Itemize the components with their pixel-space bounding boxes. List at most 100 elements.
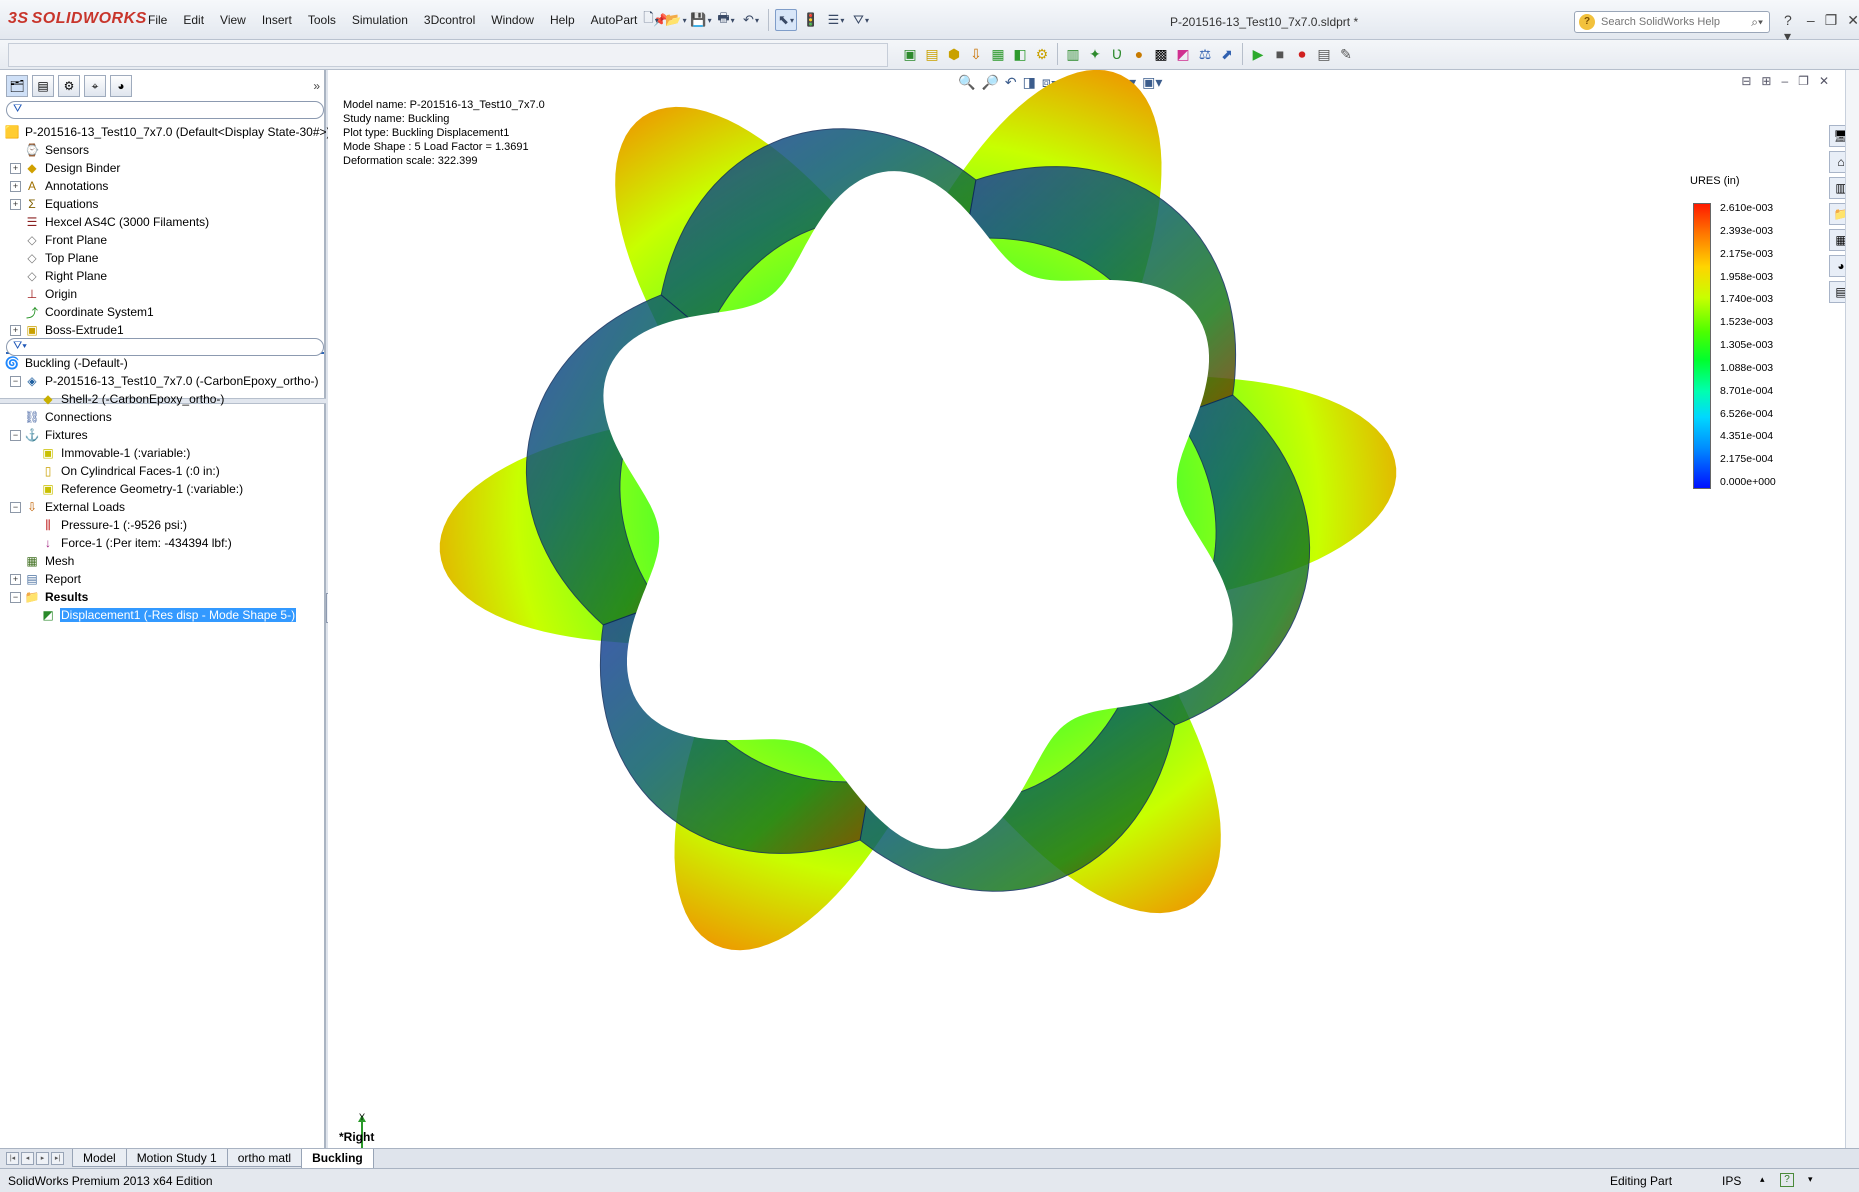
expand-icon[interactable]: + xyxy=(10,573,21,585)
options-icon[interactable]: ☰ ▾ xyxy=(825,9,847,31)
rebuild-icon[interactable]: 🚦 xyxy=(800,9,822,31)
menu-view[interactable]: View xyxy=(212,13,254,27)
collapse-icon[interactable]: − xyxy=(10,375,21,387)
graphics-area[interactable]: Model name: P-201516-13_Test10_7x7.0 Stud… xyxy=(328,70,1859,1148)
expand-panel-icon[interactable]: » xyxy=(313,79,320,93)
feature-manager-tab-icon[interactable]: 🗂 xyxy=(6,75,28,97)
open-icon[interactable]: 📂 ▾ xyxy=(665,9,687,31)
menu-insert[interactable]: Insert xyxy=(254,13,300,27)
study_tree-item[interactable]: − ◈ P-201516-13_Test10_7x7.0 (-CarbonEpoxy… xyxy=(4,372,322,390)
color-map-icon[interactable]: ◩ xyxy=(1173,44,1193,64)
expand-icon[interactable]: + xyxy=(10,180,21,192)
configuration-manager-tab-icon[interactable]: ⚙ xyxy=(58,75,80,97)
collapse-icon[interactable]: − xyxy=(10,591,21,603)
selection-filter-icon[interactable]: ⛛ ▾ xyxy=(850,9,872,31)
feature_tree-item[interactable]: + Σ Equations xyxy=(4,195,322,213)
menu-window[interactable]: Window xyxy=(483,13,542,27)
probe-icon[interactable]: ✦ xyxy=(1085,44,1105,64)
menu-file[interactable]: File xyxy=(140,13,175,27)
report-icon[interactable]: ⬈ xyxy=(1217,44,1237,64)
tab-buckling[interactable]: Buckling xyxy=(301,1149,374,1169)
study_tree-item[interactable]: ⛓ Connections xyxy=(4,408,322,426)
expand-icon[interactable]: + xyxy=(10,162,21,174)
zebra-icon[interactable]: ▩ xyxy=(1151,44,1171,64)
menu-help[interactable]: Help xyxy=(542,13,583,27)
print-icon[interactable]: 🖶 ▾ xyxy=(715,9,737,31)
edit-icon[interactable]: ✎ xyxy=(1336,44,1356,64)
study_tree-item[interactable]: − ⇩ External Loads xyxy=(4,498,322,516)
study_tree-item[interactable]: ↓ Force-1 (:Per item: -434394 lbf:) xyxy=(4,534,322,552)
select-icon[interactable]: ⬉ ▾ xyxy=(775,9,797,31)
menu-edit[interactable]: Edit xyxy=(175,13,212,27)
tab-ortho-matl[interactable]: ortho matl xyxy=(226,1149,303,1167)
buckled-ring-model[interactable] xyxy=(328,70,1859,1148)
expand-icon[interactable]: + xyxy=(10,198,21,210)
tab-model[interactable]: Model xyxy=(72,1149,127,1167)
quick-tips-icon[interactable]: ? xyxy=(1780,1173,1794,1187)
study-tree-root[interactable]: 🌀 Buckling (-Default-) xyxy=(4,354,322,372)
first-tab-icon[interactable]: |◂ xyxy=(6,1152,19,1165)
save-icon[interactable]: 💾 ▾ xyxy=(690,9,712,31)
fixtures-icon[interactable]: ⬢ xyxy=(944,44,964,64)
feature_tree-item[interactable]: ◇ Front Plane xyxy=(4,231,322,249)
study_tree-item[interactable]: ◩ Displacement1 (-Res disp - Mode Shape 5… xyxy=(4,606,322,624)
feature-tree-root[interactable]: 🟨 P-201516-13_Test10_7x7.0 (Default<Disp… xyxy=(4,123,331,141)
study-icon[interactable]: ▣ xyxy=(900,44,920,64)
feature_tree-item[interactable]: ⤴ Coordinate System1 xyxy=(4,303,322,321)
feature_tree-item[interactable]: ◇ Right Plane xyxy=(4,267,322,285)
next-tab-icon[interactable]: ▸ xyxy=(36,1152,49,1165)
collapse-icon[interactable]: − xyxy=(10,429,21,441)
run-icon[interactable]: ▶ xyxy=(1248,44,1268,64)
compare-icon[interactable]: ⚖ xyxy=(1195,44,1215,64)
feature_tree-item[interactable]: ☰ Hexcel AS4C (3000 Filaments) xyxy=(4,213,322,231)
connector-icon[interactable]: ⚙ xyxy=(1032,44,1052,64)
search-icon[interactable]: ⌕▾ xyxy=(1751,15,1769,30)
deformed-shape-icon[interactable]: Ʋ xyxy=(1107,44,1127,64)
study_tree-item[interactable]: − 📁 Results xyxy=(4,588,322,606)
property-manager-tab-icon[interactable]: ▤ xyxy=(32,75,54,97)
new-document-icon[interactable]: 🗋 ▾ xyxy=(640,9,662,31)
feature_tree-item[interactable]: ⌚ Sensors xyxy=(4,141,322,159)
study_tree-item[interactable]: ◆ Shell-2 (-CarbonEpoxy_ortho-) xyxy=(4,390,322,408)
units-dropdown-icon[interactable]: ▴ xyxy=(1760,1174,1765,1185)
last-tab-icon[interactable]: ▸| xyxy=(51,1152,64,1165)
menu-tools[interactable]: Tools xyxy=(300,13,344,27)
feature_tree-item[interactable]: + A Annotations xyxy=(4,177,322,195)
apply-material-icon[interactable]: ▤ xyxy=(922,44,942,64)
mesh-icon[interactable]: ▦ xyxy=(988,44,1008,64)
display-manager-tab-icon[interactable]: ◕ xyxy=(110,75,132,97)
status-dropdown-icon[interactable]: ▾ xyxy=(1808,1174,1813,1185)
menu-simulation[interactable]: Simulation xyxy=(344,13,416,27)
feature-tree-filter[interactable]: ⛛ xyxy=(6,101,324,119)
feature_tree-item[interactable]: ⊥ Origin xyxy=(4,285,322,303)
study_tree-item[interactable]: ⫼ Pressure-1 (:-9526 psi:) xyxy=(4,516,322,534)
capture-icon[interactable]: ▤ xyxy=(1314,44,1334,64)
tab-motion-study-1[interactable]: Motion Study 1 xyxy=(125,1149,228,1167)
render-icon[interactable]: ● xyxy=(1129,44,1149,64)
dimxpert-tab-icon[interactable]: ⌖ xyxy=(84,75,106,97)
study_tree-item[interactable]: − ⚓ Fixtures xyxy=(4,426,322,444)
study_tree-item[interactable]: ▣ Reference Geometry-1 (:variable:) xyxy=(4,480,322,498)
unit-system-selector[interactable]: IPS xyxy=(1722,1174,1741,1188)
search-help-box[interactable]: ? ⌕▾ xyxy=(1574,11,1770,33)
loads-icon[interactable]: ⇩ xyxy=(966,44,986,64)
search-input[interactable] xyxy=(1595,16,1752,28)
expand-icon[interactable]: + xyxy=(10,324,21,336)
solidworks-logo[interactable]: 3S SOLIDWORKS xyxy=(8,10,147,28)
study_tree-item[interactable]: ▣ Immovable-1 (:variable:) xyxy=(4,444,322,462)
feature_tree-item[interactable]: + ◆ Design Binder xyxy=(4,159,322,177)
feature_tree-item[interactable]: ◇ Top Plane xyxy=(4,249,322,267)
record-icon[interactable]: ⏺ xyxy=(1292,44,1312,64)
prev-tab-icon[interactable]: ◂ xyxy=(21,1152,34,1165)
contact-icon[interactable]: ◧ xyxy=(1010,44,1030,64)
study_tree-item[interactable]: ▯ On Cylindrical Faces-1 (:0 in:) xyxy=(4,462,322,480)
menu-autopart[interactable]: AutoPart xyxy=(583,13,646,27)
collapse-icon[interactable]: − xyxy=(10,501,21,513)
result-options-icon[interactable]: ▥ xyxy=(1063,44,1083,64)
stop-icon[interactable]: ■ xyxy=(1270,44,1290,64)
study_tree-item[interactable]: ▦ Mesh xyxy=(4,552,322,570)
undo-icon[interactable]: ↶ ▾ xyxy=(740,9,762,31)
menu-3dcontrol[interactable]: 3Dcontrol xyxy=(416,13,483,27)
study_tree-item[interactable]: + ▤ Report xyxy=(4,570,322,588)
feature_tree-item[interactable]: + ▣ Boss-Extrude1 xyxy=(4,321,322,339)
